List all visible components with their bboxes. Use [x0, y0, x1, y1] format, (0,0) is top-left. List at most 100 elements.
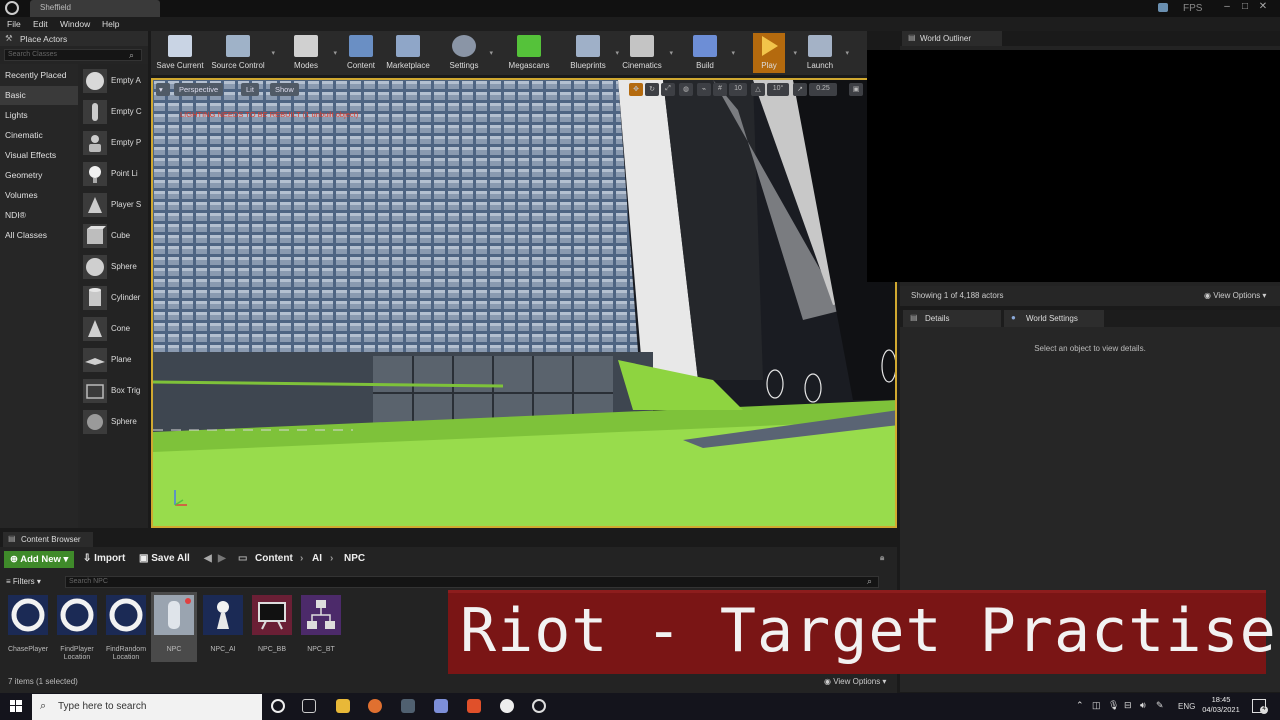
actor-item[interactable]: Point Li: [80, 159, 148, 189]
cinematics-button[interactable]: Cinematics ▾: [619, 33, 673, 73]
folder-icon[interactable]: ▭: [238, 553, 247, 564]
cortana-icon[interactable]: [271, 699, 285, 713]
menu-help[interactable]: Help: [102, 19, 119, 29]
category-volumes[interactable]: Volumes: [0, 186, 78, 205]
outliner-view-options[interactable]: ◉ View Options ▾: [1204, 291, 1266, 300]
minimize-icon[interactable]: –: [1220, 1, 1234, 12]
category-cinematic[interactable]: Cinematic: [0, 126, 78, 145]
translate-icon[interactable]: ✥: [629, 83, 643, 96]
marketplace-button[interactable]: Marketplace: [383, 33, 433, 73]
windows-start-icon[interactable]: [10, 700, 22, 712]
asset-tile[interactable]: NPC_AI: [200, 592, 246, 662]
actor-item[interactable]: Plane: [80, 345, 148, 375]
place-actors-tab[interactable]: ⚒ Place Actors: [0, 31, 148, 46]
category-lights[interactable]: Lights: [0, 106, 78, 125]
lit-button[interactable]: Lit: [241, 83, 259, 96]
megascans-button[interactable]: Megascans: [505, 33, 553, 73]
viewport-options-button[interactable]: ▾: [156, 83, 170, 96]
menu-edit[interactable]: Edit: [33, 19, 48, 29]
breadcrumb-ai[interactable]: AI: [312, 553, 322, 564]
taskbar-search-input[interactable]: ⌕ Type here to search: [32, 694, 262, 720]
blender-icon[interactable]: [368, 699, 382, 713]
asset-tile[interactable]: FindPlayer Location: [54, 592, 100, 662]
app-icon[interactable]: [401, 699, 415, 713]
level-tab[interactable]: Sheffield: [30, 0, 160, 17]
breadcrumb-content[interactable]: Content: [255, 553, 293, 564]
actor-item[interactable]: Empty P: [80, 128, 148, 158]
rotate-icon[interactable]: ↻: [645, 83, 659, 96]
file-explorer-icon[interactable]: [336, 699, 350, 713]
settings-button[interactable]: Settings ▾: [443, 33, 493, 73]
add-new-button[interactable]: ⊕ Add New ▾: [4, 551, 74, 568]
asset-tile[interactable]: ChasePlayer: [5, 592, 51, 662]
modes-button[interactable]: Modes ▾: [283, 33, 337, 73]
breadcrumb-npc[interactable]: NPC: [344, 553, 365, 564]
volume-icon[interactable]: 🔊︎: [1140, 700, 1146, 711]
scale-snap-value[interactable]: 0.25: [809, 83, 837, 96]
taskbar-clock[interactable]: 18:45 04/03/2021: [1196, 695, 1246, 715]
save-current-button[interactable]: Save Current: [154, 33, 206, 73]
content-button[interactable]: Content: [341, 33, 381, 73]
tray-app-icon[interactable]: ◫: [1092, 700, 1101, 711]
brave-icon[interactable]: [467, 699, 481, 713]
language-indicator[interactable]: ENG: [1178, 702, 1195, 711]
tab-world-settings[interactable]: ● World Settings: [1004, 310, 1104, 327]
fps-label[interactable]: FPS: [1183, 3, 1202, 14]
lock-icon[interactable]: 🔒︎: [880, 553, 884, 563]
notification-icon[interactable]: 4: [1252, 699, 1268, 714]
rotation-snap-value[interactable]: 10°: [767, 83, 789, 96]
grid-snap-value[interactable]: 10: [729, 83, 747, 96]
actor-item[interactable]: Player S: [80, 190, 148, 220]
actor-item[interactable]: Cone: [80, 314, 148, 344]
world-outliner-tab[interactable]: ▤ World Outliner: [902, 31, 1002, 46]
menu-window[interactable]: Window: [60, 19, 90, 29]
camera-speed-icon[interactable]: ▣: [849, 83, 863, 96]
asset-tile[interactable]: NPC_BT: [298, 592, 344, 662]
launch-button[interactable]: Launch ▾: [799, 33, 849, 73]
asset-tile-selected[interactable]: NPC: [151, 592, 197, 662]
unreal-engine-icon[interactable]: [500, 699, 514, 713]
source-control-button[interactable]: Source Control ▾: [209, 33, 275, 73]
forward-arrow-icon[interactable]: ▶: [218, 553, 226, 564]
back-arrow-icon[interactable]: ◀: [204, 553, 212, 564]
level-viewport[interactable]: ▾ Perspective Lit Show ✥ ↻ ⤢ ◍ ⌁ # 10 △ …: [151, 78, 897, 528]
actor-item[interactable]: Empty C: [80, 97, 148, 127]
save-all-button[interactable]: ▣ Save All: [139, 553, 190, 564]
category-basic[interactable]: Basic: [0, 86, 78, 105]
actor-item[interactable]: Box Trig: [80, 376, 148, 406]
filters-button[interactable]: ≡ Filters ▾: [6, 577, 41, 586]
search-classes-input[interactable]: Search Classes: [4, 49, 142, 61]
actor-item[interactable]: Cube: [80, 221, 148, 251]
rotation-snap-icon[interactable]: △: [751, 83, 765, 96]
category-all-classes[interactable]: All Classes: [0, 226, 78, 245]
maximize-icon[interactable]: □: [1238, 1, 1252, 12]
search-npc-input[interactable]: Search NPC: [65, 576, 879, 588]
import-button[interactable]: ⇩ Import: [83, 553, 125, 564]
actor-item[interactable]: Sphere: [80, 252, 148, 282]
world-space-icon[interactable]: ◍: [679, 83, 693, 96]
task-view-icon[interactable]: [302, 699, 316, 713]
actor-item[interactable]: Empty A: [80, 66, 148, 96]
tray-chevron-icon[interactable]: ⌃: [1076, 700, 1084, 711]
actor-item[interactable]: Sphere: [80, 407, 148, 437]
discord-icon[interactable]: [434, 699, 448, 713]
category-geometry[interactable]: Geometry: [0, 166, 78, 185]
content-view-options[interactable]: ◉ View Options ▾: [824, 677, 886, 686]
build-button[interactable]: Build ▾: [683, 33, 735, 73]
perspective-button[interactable]: Perspective: [174, 83, 224, 96]
scale-icon[interactable]: ⤢: [661, 83, 675, 96]
category-recently-placed[interactable]: Recently Placed: [0, 66, 78, 85]
scale-snap-icon[interactable]: ↗: [793, 83, 807, 96]
content-browser-tab[interactable]: ▤ Content Browser: [3, 532, 93, 547]
play-button[interactable]: Play ▾: [753, 33, 797, 73]
actor-item[interactable]: Cylinder: [80, 283, 148, 313]
microphone-icon[interactable]: 🎙︎: [1108, 700, 1119, 711]
menu-file[interactable]: File: [7, 19, 21, 29]
asset-tile[interactable]: FindRandom Location: [103, 592, 149, 662]
network-icon[interactable]: ⊟: [1124, 700, 1132, 711]
asset-tile[interactable]: NPC_BB: [249, 592, 295, 662]
close-icon[interactable]: ✕: [1256, 1, 1270, 12]
obs-icon[interactable]: [532, 699, 546, 713]
engine-icon[interactable]: [1158, 3, 1168, 12]
show-button[interactable]: Show: [270, 83, 299, 96]
